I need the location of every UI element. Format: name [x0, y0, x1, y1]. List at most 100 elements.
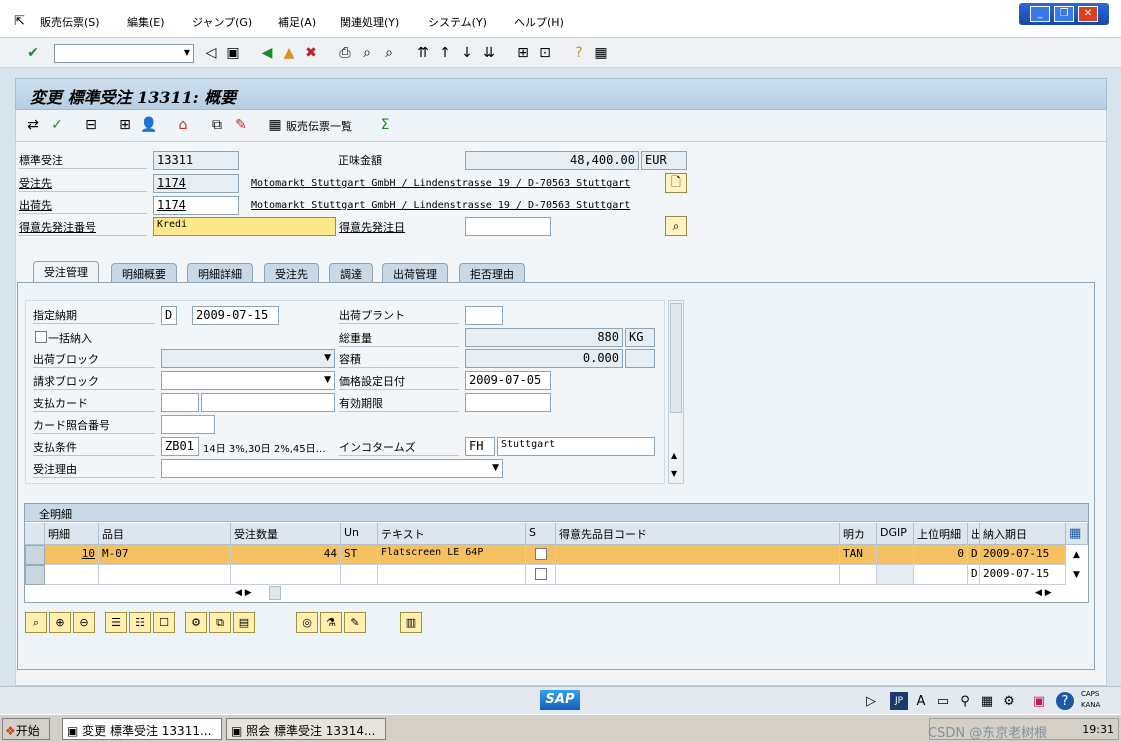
cell-material[interactable]: M-07 [99, 545, 231, 565]
tab-rejection-reason[interactable]: 拒否理由 [459, 263, 525, 282]
delete-row-icon[interactable]: ⊖ [73, 612, 95, 633]
tab-ordering-party[interactable]: 受注先 [264, 263, 319, 282]
minimize-button[interactable]: _ [1030, 6, 1050, 22]
cell-date-type[interactable]: D [968, 545, 980, 565]
col-date-type[interactable]: 出 [968, 523, 980, 545]
col-text[interactable]: テキスト [378, 523, 526, 545]
print-icon[interactable]: ⎙ [336, 44, 354, 62]
col-material[interactable]: 品目 [99, 523, 231, 545]
next-page-icon[interactable]: ↓ [458, 44, 476, 62]
cell-customer-material[interactable] [556, 565, 840, 585]
list-icon[interactable]: ▦ [266, 116, 284, 134]
grid-scroll-down-icon[interactable]: ▼ [1073, 570, 1080, 580]
complete-delivery-checkbox[interactable] [35, 331, 47, 343]
ime-icon[interactable]: A [912, 692, 930, 710]
edit-list-icon[interactable]: ✎ [344, 612, 366, 633]
help-circle-icon[interactable]: ? [1056, 692, 1074, 710]
menu-edit[interactable]: 編集(E) [127, 14, 165, 30]
cell-item[interactable] [45, 565, 99, 585]
billing-block-select[interactable]: ▼ [161, 371, 335, 390]
cell-quantity[interactable] [231, 565, 341, 585]
incoterms-field[interactable]: FH [465, 437, 495, 456]
search-icon[interactable]: ⌕ [665, 216, 687, 236]
col-status[interactable]: S [526, 523, 556, 545]
copy-icon[interactable]: ⧉ [208, 116, 226, 134]
close-button[interactable]: ✕ [1078, 6, 1098, 22]
sales-doc-list-button[interactable]: 販売伝票一覧 [286, 118, 352, 134]
ship-to-label[interactable]: 出荷先 [19, 197, 147, 214]
exit-icon[interactable]: ▲ [280, 44, 298, 62]
first-page-icon[interactable]: ⇈ [414, 44, 432, 62]
sold-to-label[interactable]: 受注先 [19, 175, 147, 192]
cell-material[interactable] [99, 565, 231, 585]
plant-field[interactable] [465, 306, 503, 325]
settings-icon[interactable]: ⚙ [1000, 692, 1018, 710]
col-quantity[interactable]: 受注数量 [231, 523, 341, 545]
menu-system[interactable]: システム(Y) [428, 14, 487, 30]
col-higher-item[interactable]: 上位明細 [914, 523, 968, 545]
save-icon[interactable]: ▣ [224, 44, 242, 62]
find-icon[interactable]: ⌕ [358, 44, 376, 62]
cell-unit[interactable]: ST [341, 545, 378, 565]
pad-icon[interactable]: ▣ [1030, 692, 1048, 710]
pricing-date-field[interactable]: 2009-07-05 [465, 371, 551, 390]
grid-scroll-left-icon[interactable]: ◀ ▶ [235, 588, 252, 598]
col-customer-material[interactable]: 得意先品目コード [556, 523, 840, 545]
menu-help[interactable]: ヘルプ(H) [514, 14, 564, 30]
document-icon[interactable]: 🗋 [665, 173, 687, 193]
command-field[interactable]: ▼ [54, 44, 194, 63]
start-button[interactable]: ❖开始 [2, 718, 50, 740]
po-number-input[interactable]: Kredi [153, 217, 336, 236]
grid-hscroll-thumb[interactable] [269, 586, 281, 600]
select-all-header[interactable] [25, 523, 45, 545]
grid-scroll-right-icon[interactable]: ◀ ▶ [1035, 588, 1052, 598]
select-all-icon[interactable]: ☰ [105, 612, 127, 633]
card-number-field[interactable] [201, 393, 335, 412]
deselect-all-icon[interactable]: ☐ [153, 612, 175, 633]
incoterms-place-field[interactable]: Stuttgart [497, 437, 655, 456]
header-icon[interactable]: ⊟ [82, 116, 100, 134]
taskbar-item-change-order[interactable]: ▣ 変更 標準受注 13311... [62, 718, 222, 740]
expand-status-icon[interactable]: ▷ [862, 692, 880, 710]
shortcut-icon[interactable]: ⊡ [536, 44, 554, 62]
insert-row-icon[interactable]: ⊕ [49, 612, 71, 633]
display-change-icon[interactable]: ⇄ [24, 116, 42, 134]
scroll-thumb[interactable] [670, 303, 682, 413]
cell-text[interactable]: Flatscreen LE 64P [378, 545, 526, 565]
cache-icon[interactable]: ▦ [978, 692, 996, 710]
cell-delivery-date[interactable]: 2009-07-15 [980, 565, 1066, 585]
tab-item-overview[interactable]: 明細概要 [111, 263, 177, 282]
cell-item-category[interactable]: TAN [840, 545, 877, 565]
ship-block-select[interactable]: ▼ [161, 349, 335, 368]
back-arrow-icon[interactable]: ◁ [202, 44, 220, 62]
card-verification-field[interactable] [161, 415, 215, 434]
scroll-up-icon[interactable]: ▲ [671, 451, 677, 460]
row-checkbox[interactable] [535, 548, 547, 560]
monitor-icon[interactable]: ▭ [934, 692, 952, 710]
form-scrollbar[interactable]: ▲ ▼ [668, 300, 684, 484]
sum-icon[interactable]: Σ [376, 116, 394, 134]
restore-button[interactable]: ❐ [1054, 6, 1074, 22]
sub-items-icon[interactable]: ⚗ [320, 612, 342, 633]
delivery-date-field[interactable]: 2009-07-15 [192, 306, 279, 325]
prev-page-icon[interactable]: ↑ [436, 44, 454, 62]
check-icon[interactable]: ✓ [48, 116, 66, 134]
row-selector[interactable] [25, 565, 45, 585]
cell-text[interactable] [378, 565, 526, 585]
po-number-label[interactable]: 得意先発注番号 [19, 219, 147, 236]
menu-goto[interactable]: ジャンプ(G) [192, 14, 252, 30]
cell-item-category[interactable] [840, 565, 877, 585]
details-icon[interactable]: ⌕ [25, 612, 47, 633]
col-item[interactable]: 明細 [45, 523, 99, 545]
print-preview-icon[interactable]: ▥ [400, 612, 422, 633]
menu-sales-doc[interactable]: 販売伝票(S) [40, 14, 100, 30]
cell-item[interactable]: 10 [45, 545, 99, 565]
col-item-category[interactable]: 明カ [840, 523, 877, 545]
delete-icon[interactable]: ✎ [232, 116, 250, 134]
payment-terms-field[interactable]: ZB01 [161, 437, 199, 456]
po-date-label[interactable]: 得意先発注日 [339, 219, 405, 235]
valid-to-field[interactable] [465, 393, 551, 412]
cell-date-type[interactable]: D [968, 565, 980, 585]
menu-icon[interactable]: ⇱ [14, 14, 25, 29]
help-icon[interactable]: ? [570, 44, 588, 62]
